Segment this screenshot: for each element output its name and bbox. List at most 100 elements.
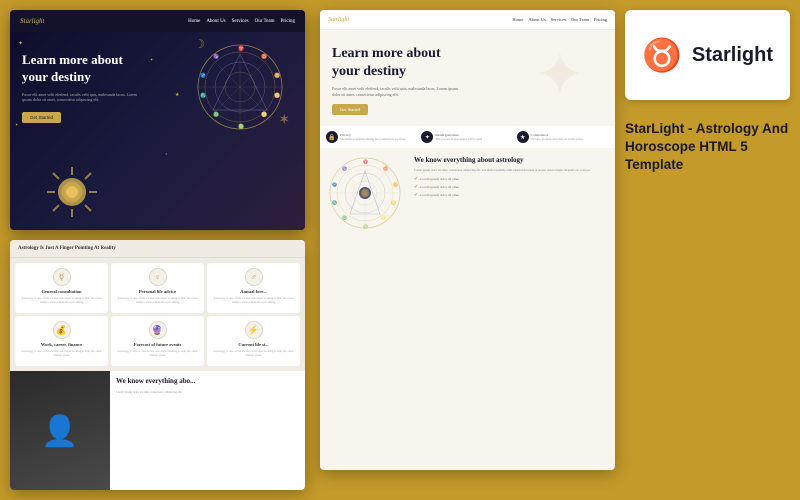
light-about-section: ♈ ♉ ♊ ♋ ♌ ♍ ♎ ♏ ♐ ♑ We know everything a… xyxy=(320,148,615,244)
light-about-heading: We know everything about astrology xyxy=(414,156,607,164)
dark-hero: ✦ ✦ ★ ✦ ✦ Learn more aboutyour destiny F… xyxy=(10,32,305,230)
zodiac-wheel-dark: ♈ ♉ ♊ ♋ ♌ ♍ ♎ ♏ ♐ ♑ xyxy=(195,42,285,132)
svg-text:♈: ♈ xyxy=(363,159,368,164)
bull-icon: ♉ xyxy=(642,36,682,74)
check-label-2: Lorem ipsum dolor sit amet xyxy=(420,185,459,189)
about-row: 👤 We know everything abo... Lorem ipsum … xyxy=(10,371,305,490)
svg-text:♐: ♐ xyxy=(200,72,206,79)
light-hero-button[interactable]: Get Started xyxy=(332,104,368,115)
trust-guarantee: ✦ Result guaranteeThis process is guaran… xyxy=(421,131,513,143)
trust-privacy-text: PrivacyInformation obtained during the c… xyxy=(340,133,406,142)
card-general-title: General consultation xyxy=(19,289,104,294)
card-current: ⚡ Current life si... Astrology is one of… xyxy=(207,316,300,366)
check-icon-3: ✔ xyxy=(414,192,418,198)
about-zodiac-wheel: ♈ ♉ ♊ ♋ ♌ ♍ ♎ ♏ ♐ ♑ xyxy=(328,156,408,236)
check-item-2: ✔ Lorem ipsum dolor sit amet xyxy=(414,184,607,190)
about-photo-inner: 👤 xyxy=(10,371,110,490)
light-nav-home[interactable]: Home xyxy=(512,17,523,22)
card-personal-title: Personal life advice xyxy=(115,289,200,294)
svg-text:♌: ♌ xyxy=(261,111,267,118)
dark-logo: Starlight xyxy=(20,17,45,25)
about-text-block: We know everything abo... Lorem ipsum do… xyxy=(110,371,305,490)
svg-text:♐: ♐ xyxy=(332,182,337,187)
about-description: Lorem ipsum dolor sit amet consectetur a… xyxy=(116,390,299,395)
card-finance: 💰 Work, career, finance Astrology is one… xyxy=(15,316,108,366)
card-current-title: Current life si... xyxy=(211,342,296,347)
star-deco-3: ★ xyxy=(175,92,179,98)
star-deco-4: ✦ xyxy=(15,122,18,127)
bottom-left-preview: Astrology Is Just A Finger Pointing At R… xyxy=(10,240,305,490)
dark-nav-links: Home About Us Services Our Team Pricing xyxy=(188,19,295,24)
card-personal-icon: ♀ xyxy=(149,268,167,286)
dark-nav-pricing[interactable]: Pricing xyxy=(281,19,295,24)
dark-hero-body: Fusce elit amet velit eleifend, iaculis … xyxy=(22,92,142,103)
check-item-1: ✔ Lorem ipsum dolor sit amet xyxy=(414,176,607,182)
card-finance-desc: Astrology is one of the ancient astrolog… xyxy=(19,349,104,357)
svg-text:♎: ♎ xyxy=(213,111,219,118)
light-logo: Starlight xyxy=(328,17,349,23)
light-nav-team[interactable]: Our Team xyxy=(571,17,589,22)
light-navbar: Starlight Home About Us Services Our Tea… xyxy=(320,10,615,30)
dark-hero-text: Learn more aboutyour destiny Fusce elit … xyxy=(22,52,142,103)
svg-text:♍: ♍ xyxy=(363,224,368,229)
trust-competence: ★ CompetenceWe have professionals that a… xyxy=(517,131,609,143)
light-nav-services[interactable]: Services xyxy=(551,17,566,22)
check-icon-1: ✔ xyxy=(414,176,418,182)
svg-text:♋: ♋ xyxy=(391,200,396,205)
light-hero-heading: Learn more aboutyour destiny xyxy=(332,45,462,81)
card-future-icon: 🔮 xyxy=(149,321,167,339)
svg-text:♉: ♉ xyxy=(261,53,267,60)
check-label-3: Lorem ipsum dolor sit amet xyxy=(420,193,459,197)
svg-text:♏: ♏ xyxy=(332,200,337,205)
svg-text:♍: ♍ xyxy=(238,123,244,130)
dark-nav-services[interactable]: Services xyxy=(232,19,249,24)
dark-nav-team[interactable]: Our Team xyxy=(255,19,275,24)
card-personal: ♀ Personal life advice Astrology is one … xyxy=(111,263,204,313)
moon-deco: ☽ xyxy=(194,37,205,52)
light-preview: Starlight Home About Us Services Our Tea… xyxy=(320,10,615,470)
about-heading: We know everything abo... xyxy=(116,377,299,386)
dark-nav-about[interactable]: About Us xyxy=(206,19,225,24)
card-finance-icon: 💰 xyxy=(53,321,71,339)
card-annual-icon: ♂ xyxy=(245,268,263,286)
svg-text:♏: ♏ xyxy=(200,92,206,99)
light-nav-links: Home About Us Services Our Team Pricing xyxy=(512,17,607,22)
feature-cards-grid: ☿ General consultation Astrology is one … xyxy=(10,258,305,371)
card-general-desc: Astrology is one of the ancient astrolog… xyxy=(19,296,104,304)
privacy-icon: 🔒 xyxy=(326,131,338,143)
sun-decoration xyxy=(45,165,100,220)
dark-hero-heading: Learn more aboutyour destiny xyxy=(22,52,142,86)
card-general: ☿ General consultation Astrology is one … xyxy=(15,263,108,313)
title-card: StarLight - Astrology And Horoscope HTML… xyxy=(625,115,790,180)
light-hero: Learn more aboutyour destiny Fusce elit … xyxy=(320,30,615,126)
trust-competence-text: CompetenceWe have professionals that are… xyxy=(531,133,584,142)
brand-panel: ♉ Starlight xyxy=(625,10,790,100)
product-title: StarLight - Astrology And Horoscope HTML… xyxy=(625,120,790,175)
light-hero-body: Fusce elit amet velit eleifend, iaculis … xyxy=(332,86,462,98)
star-of-david-deco: ✶ xyxy=(278,112,290,129)
star-deco-2: ✦ xyxy=(150,57,153,62)
card-finance-title: Work, career, finance xyxy=(19,342,104,347)
svg-text:♑: ♑ xyxy=(342,166,347,171)
svg-text:♑: ♑ xyxy=(213,53,219,60)
about-photo: 👤 xyxy=(10,371,110,490)
light-about-text: We know everything about astrology Lorem… xyxy=(414,156,607,236)
card-future-title: Forecast of future events xyxy=(115,342,200,347)
light-about-body: Lorem ipsum dolor sit amet, consectetur … xyxy=(414,168,607,173)
card-general-icon: ☿ xyxy=(53,268,71,286)
dark-hero-button[interactable]: Get Started xyxy=(22,112,61,123)
card-current-icon: ⚡ xyxy=(245,321,263,339)
dark-nav-home[interactable]: Home xyxy=(188,19,200,24)
check-label-1: Lorem ipsum dolor sit amet xyxy=(420,177,459,181)
svg-text:♌: ♌ xyxy=(381,215,386,220)
competence-icon: ★ xyxy=(517,131,529,143)
card-annual: ♂ Annual fore... Astrology is one of the… xyxy=(207,263,300,313)
light-nav-about[interactable]: About Us xyxy=(528,17,545,22)
person-icon: 👤 xyxy=(41,414,78,449)
card-annual-title: Annual fore... xyxy=(211,289,296,294)
trust-privacy: 🔒 PrivacyInformation obtained during the… xyxy=(326,131,418,143)
card-personal-desc: Astrology is one of the ancient astrolog… xyxy=(115,296,200,304)
card-future: 🔮 Forecast of future events Astrology is… xyxy=(111,316,204,366)
star-deco-5: ✦ xyxy=(165,152,168,156)
light-nav-pricing[interactable]: Pricing xyxy=(594,17,607,22)
